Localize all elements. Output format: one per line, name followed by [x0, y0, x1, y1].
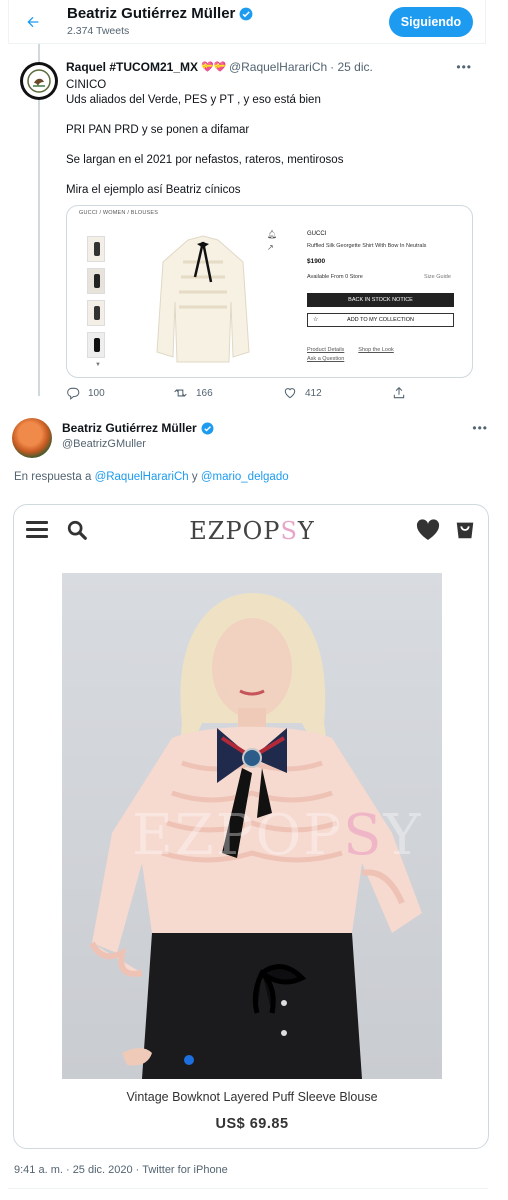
reply-count: 100 [88, 387, 105, 399]
size-guide-link: Size Guide [424, 274, 451, 280]
reply-context: En respuesta a @RaquelHarariCh y @mario_… [14, 471, 289, 483]
carousel-dot [184, 1055, 194, 1065]
reply-prefix: En respuesta a [14, 471, 92, 483]
product-title: Vintage Bowknot Layered Puff Sleeve Blou… [126, 1090, 378, 1104]
tweet-line: PRI PAN PRD y se ponen a difamar [66, 124, 250, 136]
availability: Available From 0 Store [307, 274, 363, 280]
divider [8, 1188, 488, 1189]
tweet-image[interactable]: EZPOPSY EZPOPSY Vintage Bowknot Layered … [13, 504, 489, 1149]
more-icon[interactable]: ••• [456, 60, 472, 74]
header-name: Beatriz Gutiérrez Müller [67, 5, 236, 22]
thread-line-top [38, 44, 40, 62]
retweet-button[interactable]: 166 [173, 386, 213, 400]
thumbnail [87, 268, 105, 294]
tweet-timestamp[interactable]: 9:41 a. m. · 25 dic. 2020 · Twitter for … [14, 1164, 228, 1176]
mention-link[interactable]: @mario_delgado [201, 471, 289, 483]
product-details-link: Product Details [307, 347, 345, 353]
reply-icon [67, 387, 80, 400]
star-icon: ☆ [313, 317, 319, 323]
watermark: EZPOPSY [132, 803, 423, 868]
verified-icon [201, 422, 214, 434]
bag-icon [456, 522, 474, 539]
tweet-actions: 100 166 412 [66, 386, 416, 402]
tweet-line: Mira el ejemplo así Beatriz cínicos [66, 184, 241, 196]
avatar[interactable] [12, 418, 52, 458]
breadcrumb: GUCCI / WOMEN / BLOUSES [79, 210, 159, 216]
collection-label: ADD TO MY COLLECTION [347, 317, 414, 323]
tweet-header: Raquel #TUCOM21_MX 💝💝 @RaquelHarariCh · … [66, 60, 373, 74]
thumbnail [87, 332, 105, 358]
product-price: US$ 69.85 [215, 1116, 289, 1132]
tweet-date[interactable]: · 25 dic. [330, 60, 373, 74]
brand: GUCCI [307, 231, 327, 237]
author-handle[interactable]: @RaquelHarariCh [229, 60, 327, 74]
blouse-image [156, 235, 250, 363]
verified-icon [239, 7, 253, 20]
back-button[interactable] [19, 8, 47, 36]
shop-look-link: Shop the Look [358, 347, 394, 353]
share-small-icon[interactable]: ↗ [267, 243, 277, 252]
mexico-seal-icon [27, 69, 51, 93]
product-photo: EZPOPSY [62, 573, 442, 1079]
mention-link[interactable]: @RaquelHarariCh [95, 471, 189, 483]
back-arrow-icon [27, 16, 39, 28]
add-to-collection-button: ☆ ADD TO MY COLLECTION [307, 313, 454, 327]
ask-question-link: Ask a Question [307, 356, 345, 362]
side-actions: 🔔︎ ↗ [267, 230, 277, 252]
chevron-down-icon: ▼ [95, 362, 101, 368]
tweet-line: Uds aliados del Verde, PES y PT , y eso … [66, 94, 321, 106]
author-name-row: Beatriz Gutiérrez Müller [62, 421, 214, 435]
thread-line [38, 100, 40, 396]
thumbnail [87, 236, 105, 262]
more-icon[interactable]: ••• [472, 421, 488, 435]
flag-emojis: 💝💝 [201, 61, 226, 73]
back-in-stock-button: BACK IN STOCK NOTICE [307, 293, 454, 307]
like-button[interactable]: 412 [283, 386, 322, 400]
thumbnail [87, 300, 105, 326]
tweet-line: Se largan en el 2021 por nefastos, rater… [66, 154, 344, 166]
profile-header: Beatriz Gutiérrez Müller 2.374 Tweets Si… [8, 0, 486, 44]
tweet-image[interactable]: GUCCI / WOMEN / BLOUSES ▼ 🔔︎ ↗ GUCCI Ruf… [66, 205, 473, 378]
share-button[interactable] [392, 386, 406, 400]
thumbnail-list [87, 236, 109, 364]
tweet-count: 2.374 Tweets [67, 25, 130, 37]
following-button[interactable]: Siguiendo [389, 7, 473, 37]
product-price: $1900 [307, 258, 326, 265]
header-title: Beatriz Gutiérrez Müller [67, 5, 253, 22]
bell-icon[interactable]: 🔔︎ [267, 230, 277, 239]
retweet-count: 166 [196, 387, 213, 399]
author-name[interactable]: Beatriz Gutiérrez Müller [62, 421, 197, 435]
author-handle[interactable]: @BeatrizGMuller [62, 438, 146, 450]
retweet-icon [174, 389, 187, 397]
product-links: Product Details Shop the Look Ask a Quest… [307, 346, 408, 364]
tweet-text: CINICO Uds aliados del Verde, PES y PT ,… [66, 78, 476, 198]
avatar[interactable] [20, 62, 58, 100]
share-icon [393, 387, 405, 399]
reply-and: y [191, 471, 198, 483]
author-name[interactable]: Raquel #TUCOM21_MX [66, 60, 198, 74]
tweet-line: CINICO [66, 79, 107, 91]
reply-button[interactable]: 100 [66, 386, 105, 400]
like-icon [284, 388, 296, 399]
heart-icon [416, 519, 440, 540]
product-name: Ruffled Silk Georgette Shirt With Bow In… [307, 243, 427, 249]
like-count: 412 [305, 387, 322, 399]
